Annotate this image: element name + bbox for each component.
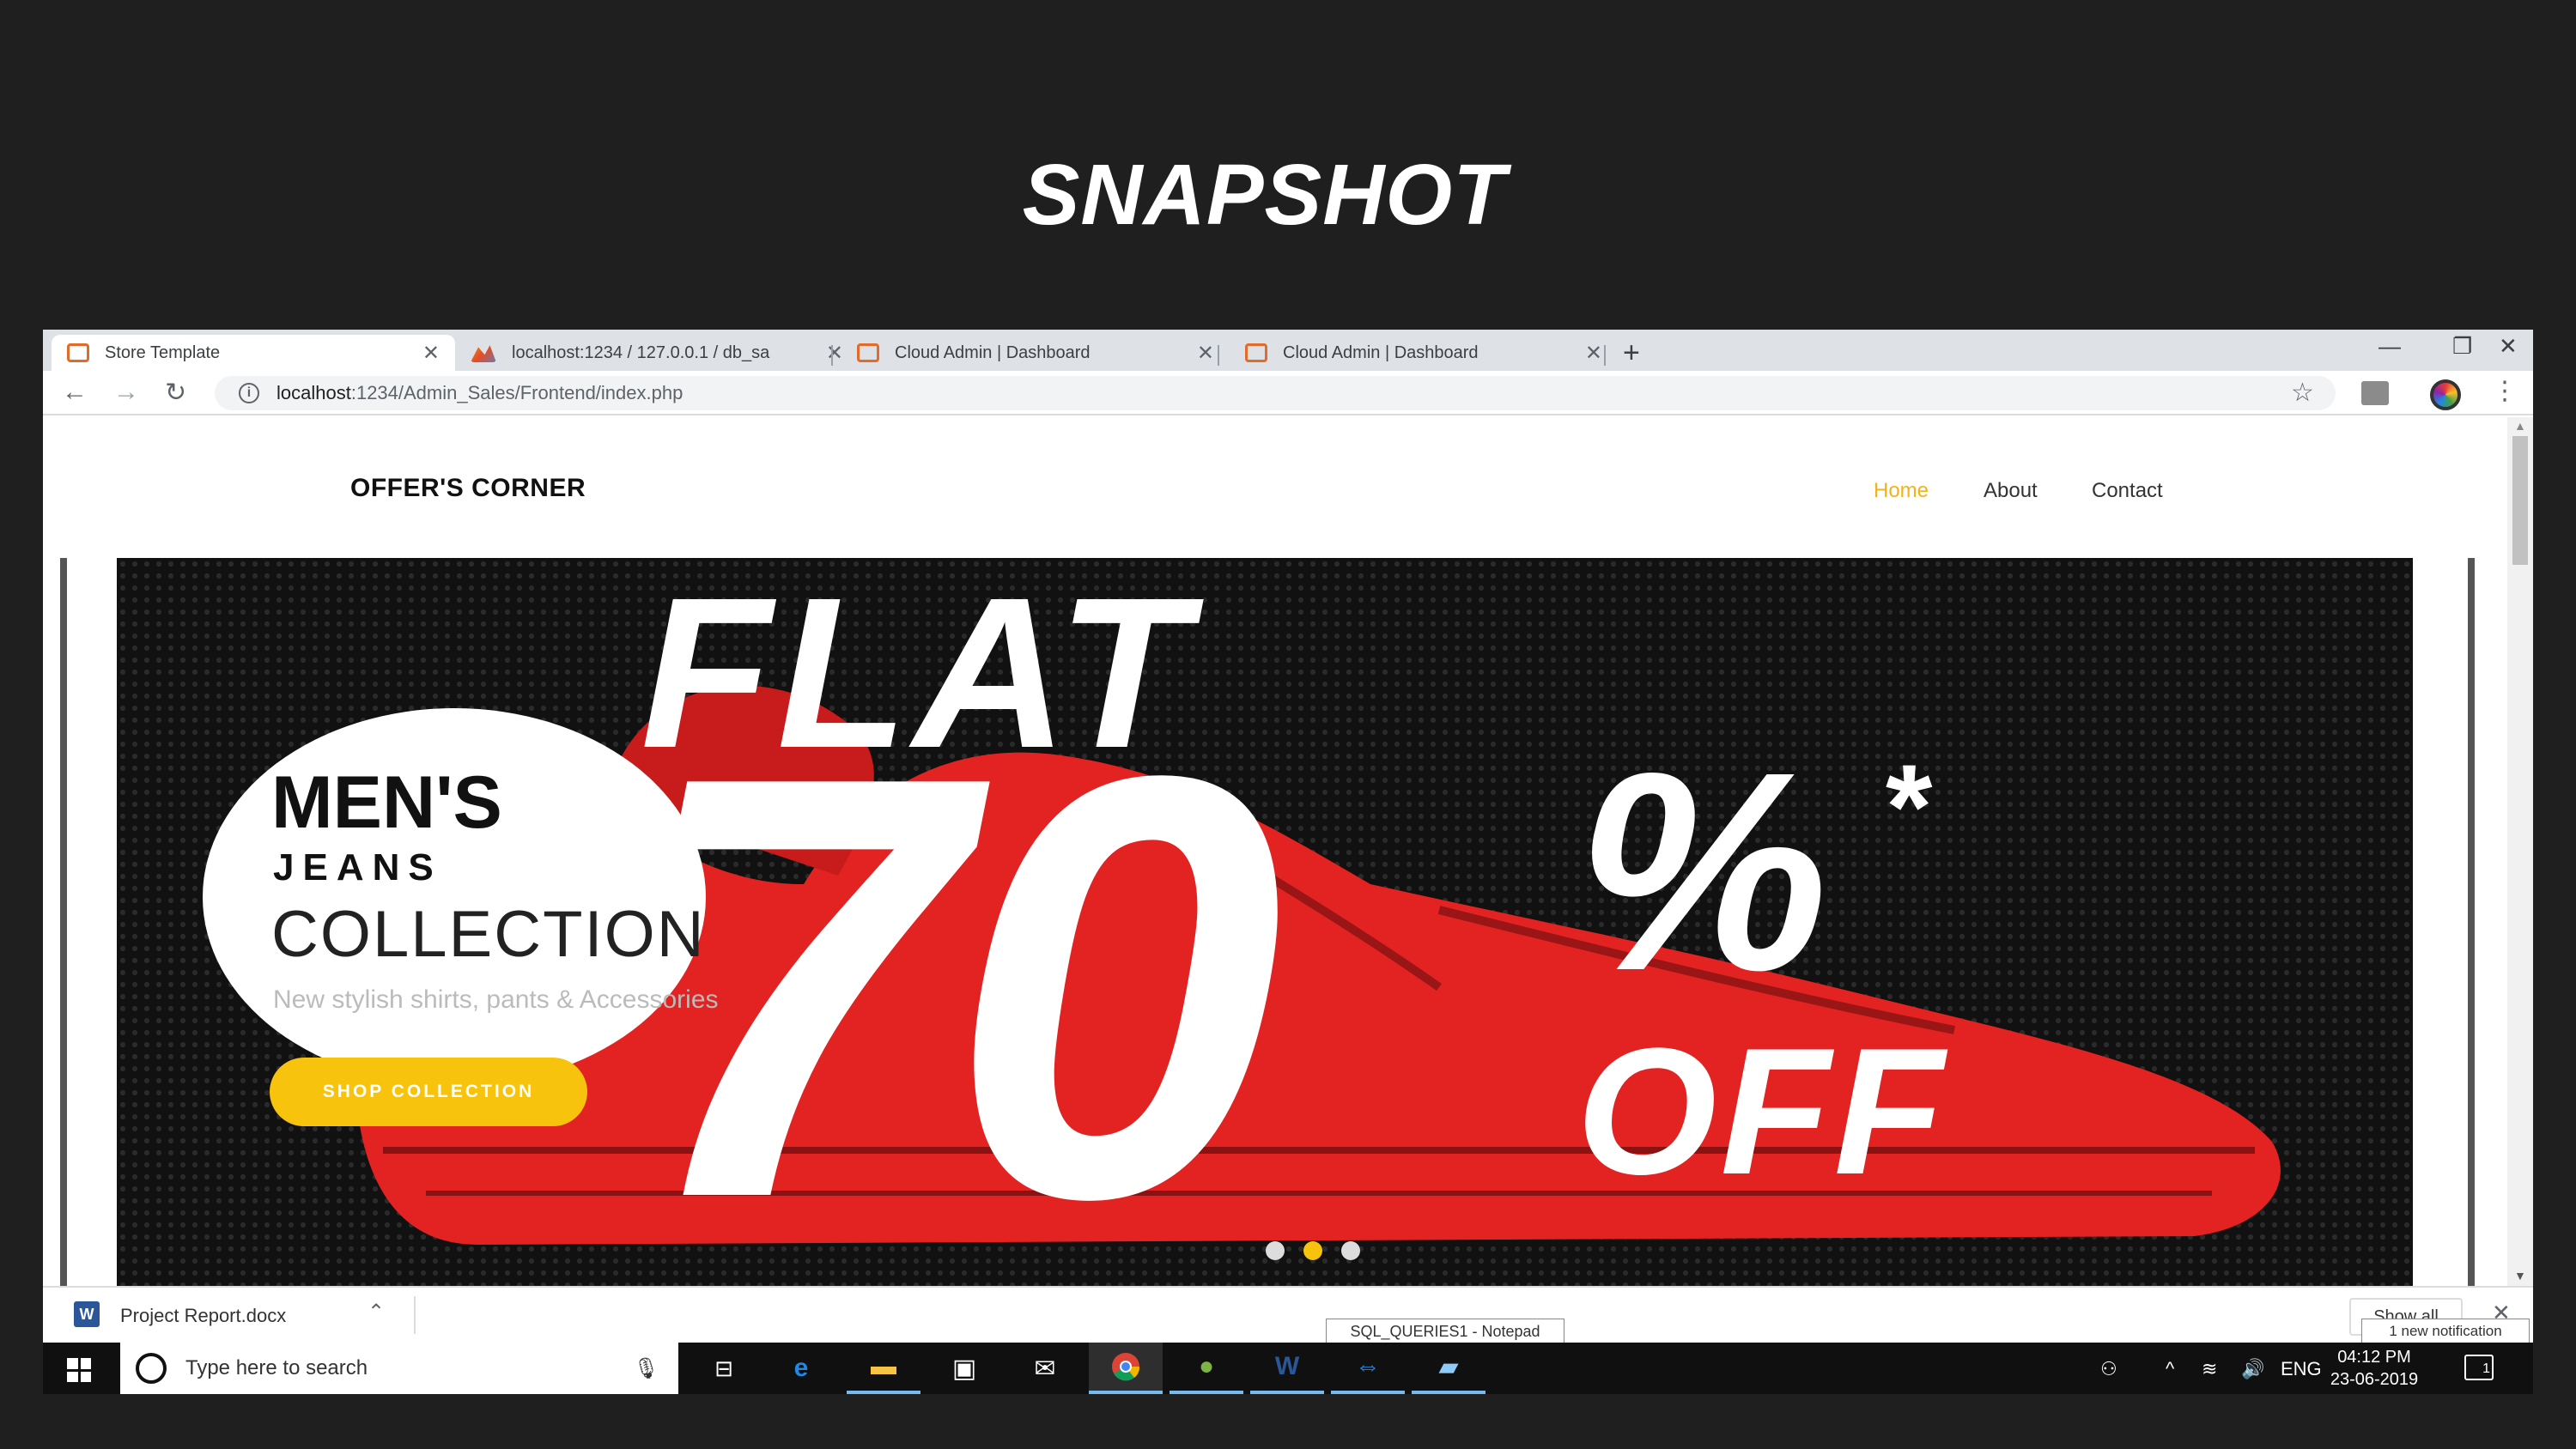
tab-label: localhost:1234 / 127.0.0.1 / db_sa (512, 343, 770, 362)
back-icon[interactable]: ← (62, 378, 88, 407)
close-icon[interactable]: ✕ (1197, 341, 1214, 366)
forward-icon[interactable]: → (113, 378, 139, 407)
pdf-extension-icon[interactable] (2361, 381, 2389, 405)
webpage: OFFER'S CORNER Home About Contact FLAT 7… (43, 417, 2507, 1288)
close-icon[interactable]: ✕ (1585, 341, 1602, 366)
banner-discount-value: 70 (632, 652, 1284, 1288)
word-icon[interactable]: W (1250, 1343, 1324, 1394)
carousel-dot-3[interactable] (1341, 1241, 1360, 1260)
download-shelf: W Project Report.docx ⌃ Show all ✕ (43, 1286, 2533, 1341)
edge-icon[interactable]: e (764, 1343, 838, 1394)
reload-icon[interactable]: ↻ (165, 378, 186, 408)
carousel-edge-left (60, 558, 67, 1288)
search-placeholder: Type here to search (185, 1356, 368, 1379)
hero-heading-mens: MEN'S (271, 761, 502, 844)
teamviewer-icon[interactable]: ⇔ (1331, 1343, 1405, 1394)
xampp-icon (857, 343, 879, 362)
slide-title: SNAPSHOT (1022, 147, 1507, 243)
nav-contact[interactable]: Contact (2092, 479, 2163, 503)
tab-strip: Store Template ✕ localhost:1234 / 127.0.… (43, 330, 2533, 371)
xampp-icon (1245, 343, 1267, 362)
minimize-icon[interactable]: — (2379, 333, 2401, 360)
tab-cloud-admin-2[interactable]: Cloud Admin | Dashboard ✕ (1230, 335, 1618, 371)
wifi-icon[interactable]: ≋ (2202, 1358, 2217, 1380)
banner-asterisk: * (1886, 739, 1933, 874)
tray-chevron-up-icon[interactable]: ^ (2166, 1358, 2174, 1380)
chevron-up-icon[interactable]: ⌃ (368, 1300, 385, 1325)
info-icon[interactable]: i (239, 383, 259, 403)
url-path: :1234/Admin_Sales/Frontend/index.php (350, 382, 683, 403)
carousel-dot-2[interactable] (1303, 1241, 1322, 1260)
address-bar[interactable]: i localhost:1234/Admin_Sales/Frontend/in… (215, 376, 2336, 410)
tab-divider (831, 345, 833, 366)
menu-icon[interactable]: ⋮ (2492, 376, 2518, 406)
taskbar-clock[interactable]: 04:12 PM 23-06-2019 (2318, 1346, 2430, 1391)
toolbar: ← → ↻ i localhost:1234/Admin_Sales/Front… (43, 371, 2533, 415)
profile-avatar[interactable] (2430, 379, 2461, 410)
site-brand[interactable]: OFFER'S CORNER (350, 474, 586, 503)
hero-banner: FLAT 70 % * OFF MEN'S JEANS COLLECTION N… (117, 558, 2413, 1288)
close-icon[interactable]: ✕ (826, 341, 843, 366)
new-tab-button[interactable]: + (1623, 336, 1640, 370)
shelf-divider (414, 1296, 416, 1334)
window-close-icon[interactable]: ✕ (2499, 333, 2518, 360)
banner-percent-sign: % (1577, 712, 1829, 1029)
hero-subtitle: New stylish shirts, pants & Accessories (273, 985, 719, 1014)
task-view-icon[interactable]: ⊟ (687, 1343, 761, 1394)
taskbar-search[interactable]: Type here to search 🎙 (120, 1343, 678, 1394)
tab-cloud-admin-1[interactable]: Cloud Admin | Dashboard ✕ (841, 335, 1230, 371)
nav-about[interactable]: About (1984, 479, 2038, 503)
banner-off-text: OFF (1577, 1010, 1947, 1212)
chrome-icon[interactable] (1089, 1343, 1163, 1394)
url-host: localhost (276, 382, 351, 403)
tab-divider (1604, 345, 1606, 366)
browser-screenshot: Store Template ✕ localhost:1234 / 127.0.… (43, 330, 2533, 1394)
language-indicator[interactable]: ENG (2281, 1358, 2322, 1380)
scroll-down-arrow-icon[interactable]: ▼ (2514, 1269, 2526, 1282)
scroll-thumb[interactable] (2512, 436, 2528, 565)
word-doc-icon: W (74, 1301, 100, 1327)
notepad-tooltip: SQL_QUERIES1 - Notepad (1326, 1319, 1564, 1344)
tab-label: Cloud Admin | Dashboard (1283, 343, 1479, 362)
bookmark-star-icon[interactable]: ☆ (2291, 378, 2314, 408)
download-file-name[interactable]: Project Report.docx (120, 1305, 286, 1327)
notepad-icon[interactable]: ▰ (1412, 1343, 1485, 1394)
file-explorer-icon[interactable]: ▬ (847, 1343, 920, 1394)
shop-collection-button[interactable]: SHOP COLLECTION (270, 1058, 587, 1126)
notification-count: 1 (2482, 1361, 2490, 1376)
windows-taskbar: Type here to search 🎙 ⊟ e ▬ ▣ ✉ ● W ⇔ ▰ … (43, 1343, 2533, 1394)
tab-phpmyadmin[interactable]: localhost:1234 / 127.0.0.1 / db_sa ✕ (455, 335, 859, 371)
store-icon[interactable]: ▣ (927, 1343, 1001, 1394)
page-scrollbar[interactable]: ▲ ▼ (2507, 417, 2533, 1286)
carousel-dot-1[interactable] (1266, 1241, 1285, 1260)
close-icon[interactable]: ✕ (422, 341, 440, 366)
tab-divider (1218, 345, 1219, 366)
scroll-up-arrow-icon[interactable]: ▲ (2514, 419, 2526, 433)
action-center-icon[interactable]: 1 (2464, 1355, 2494, 1380)
restore-icon[interactable]: ❐ (2452, 333, 2472, 360)
green-app-icon[interactable]: ● (1170, 1343, 1243, 1394)
people-icon[interactable]: ⚇ (2100, 1358, 2117, 1380)
tab-store-template[interactable]: Store Template ✕ (52, 335, 455, 371)
carousel-edge-right (2468, 558, 2475, 1288)
mail-icon[interactable]: ✉ (1008, 1343, 1082, 1394)
hero-heading-jeans: JEANS (273, 846, 442, 888)
microphone-icon[interactable]: 🎙 (634, 1356, 659, 1381)
tab-label: Store Template (105, 343, 221, 362)
nav-home[interactable]: Home (1874, 479, 1929, 503)
windows-start-icon[interactable] (67, 1358, 91, 1382)
hero-heading-collection: COLLECTION (271, 898, 706, 971)
xampp-icon (67, 343, 89, 362)
clock-date: 23-06-2019 (2330, 1370, 2419, 1389)
tab-label: Cloud Admin | Dashboard (895, 343, 1091, 362)
clock-time: 04:12 PM (2337, 1348, 2411, 1367)
phpmyadmin-icon (471, 345, 496, 362)
volume-icon[interactable]: 🔊 (2241, 1358, 2264, 1380)
notification-tooltip: 1 new notification (2361, 1319, 2530, 1344)
cortana-icon (136, 1353, 167, 1384)
